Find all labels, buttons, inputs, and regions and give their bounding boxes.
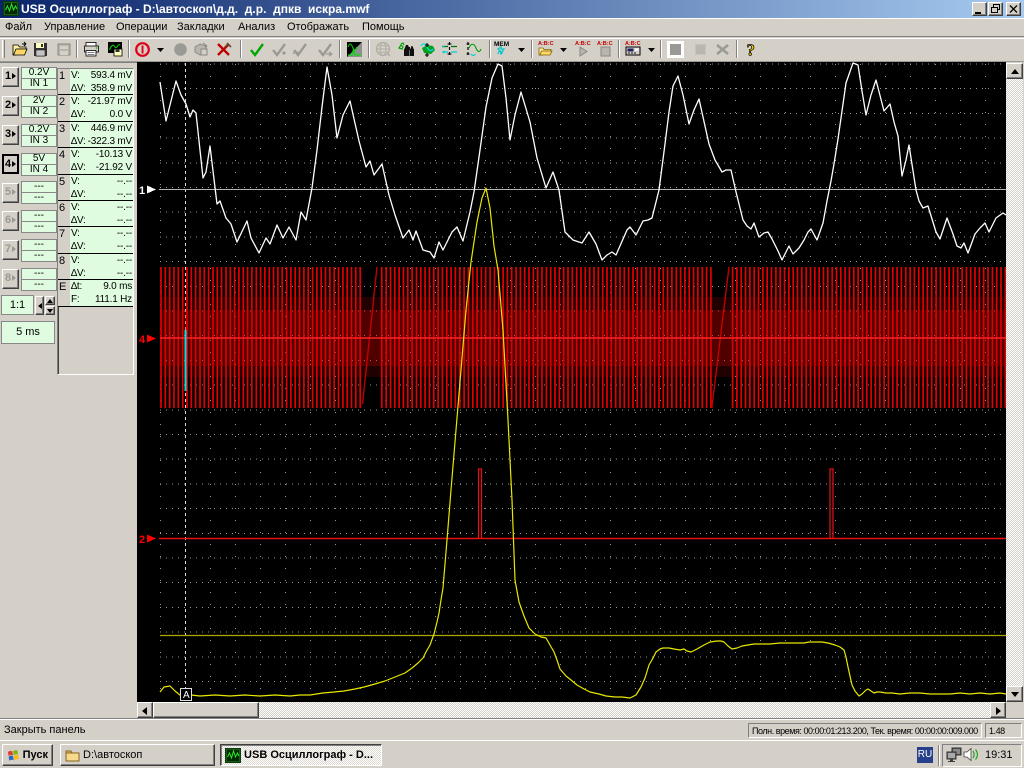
svg-text:2: 2 <box>139 534 145 546</box>
svg-text:1: 1 <box>139 185 145 197</box>
svg-text:4: 4 <box>139 334 146 346</box>
svg-text:A:B:C: A:B:C <box>575 41 591 47</box>
svg-text:A:B:C: A:B:C <box>538 41 554 47</box>
svg-text:A:B:C: A:B:C <box>597 41 613 47</box>
svg-text:A:B:C: A:B:C <box>625 41 641 47</box>
svg-text:A: A <box>183 690 190 701</box>
svg-text:?: ? <box>747 41 756 58</box>
